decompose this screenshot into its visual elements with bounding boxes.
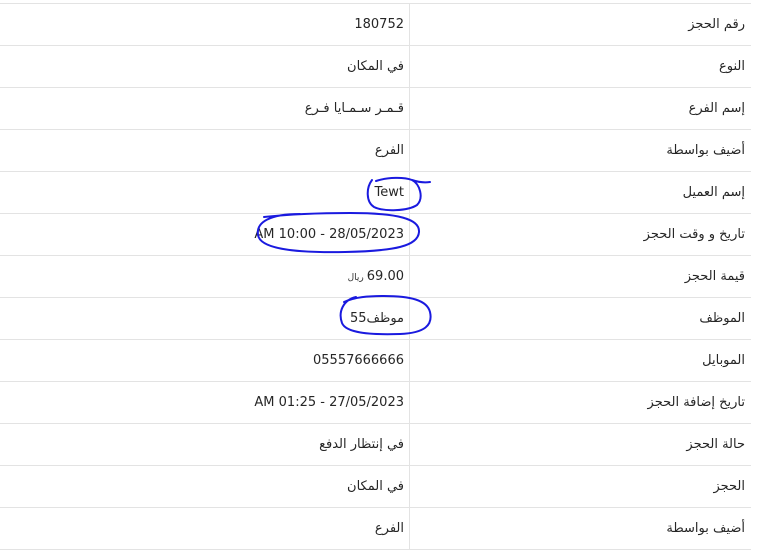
row-customer-name: إسم العميل Tewt	[0, 171, 751, 214]
label-booking-number: رقم الحجز	[409, 3, 751, 46]
value-added-by: الفرع	[0, 129, 410, 172]
label-employee: الموظف	[409, 297, 751, 340]
value-booking-amount: 69.00	[366, 269, 404, 284]
row-employee: الموظف موظف55	[0, 297, 751, 340]
label-added-by-2: أضيف بواسطة	[409, 507, 751, 550]
value-branch-name: قـمـر سـمـايا فـرع	[0, 87, 410, 130]
label-booking-added-date: تاريخ إضافة الحجز	[409, 381, 751, 424]
row-type: النوع في المكان	[0, 45, 751, 88]
label-booking: الحجز	[409, 465, 751, 508]
label-booking-datetime: تاريخ و وقت الحجز	[409, 213, 751, 256]
row-booking: الحجز في المكان	[0, 465, 751, 508]
label-branch-name: إسم الفرع	[409, 87, 751, 130]
row-added-by-2: أضيف بواسطة الفرع	[0, 507, 751, 550]
value-booking-added-date: AM 01:25 - 27/05/2023	[0, 381, 410, 424]
value-booking-number: 180752	[0, 3, 410, 46]
booking-details-page: رقم الحجز 180752 النوع في المكان إسم الف…	[0, 0, 759, 550]
value-added-by-2: الفرع	[0, 507, 410, 550]
value-booking-amount-cell: 69.00ريال	[0, 255, 410, 298]
currency-label: ريال	[347, 273, 364, 283]
row-booking-number: رقم الحجز 180752	[0, 3, 751, 46]
value-booking-status: في إنتظار الدفع	[0, 423, 410, 466]
value-booking-datetime: AM 10:00 - 28/05/2023	[0, 213, 410, 256]
value-employee: موظف55	[0, 297, 410, 340]
row-booking-added-date: تاريخ إضافة الحجز AM 01:25 - 27/05/2023	[0, 381, 751, 424]
label-booking-amount: قيمة الحجز	[409, 255, 751, 298]
label-type: النوع	[409, 45, 751, 88]
value-customer-name: Tewt	[0, 171, 410, 214]
row-booking-amount: قيمة الحجز 69.00ريال	[0, 255, 751, 298]
row-added-by: أضيف بواسطة الفرع	[0, 129, 751, 172]
label-mobile: الموبايل	[409, 339, 751, 382]
row-mobile: الموبايل 05557666666	[0, 339, 751, 382]
label-customer-name: إسم العميل	[409, 171, 751, 214]
value-mobile: 05557666666	[0, 339, 410, 382]
value-booking: في المكان	[0, 465, 410, 508]
value-type: في المكان	[0, 45, 410, 88]
row-booking-status: حالة الحجز في إنتظار الدفع	[0, 423, 751, 466]
label-booking-status: حالة الحجز	[409, 423, 751, 466]
booking-details-table: رقم الحجز 180752 النوع في المكان إسم الف…	[0, 3, 751, 550]
label-added-by: أضيف بواسطة	[409, 129, 751, 172]
row-booking-datetime: تاريخ و وقت الحجز AM 10:00 - 28/05/2023	[0, 213, 751, 256]
row-branch-name: إسم الفرع قـمـر سـمـايا فـرع	[0, 87, 751, 130]
